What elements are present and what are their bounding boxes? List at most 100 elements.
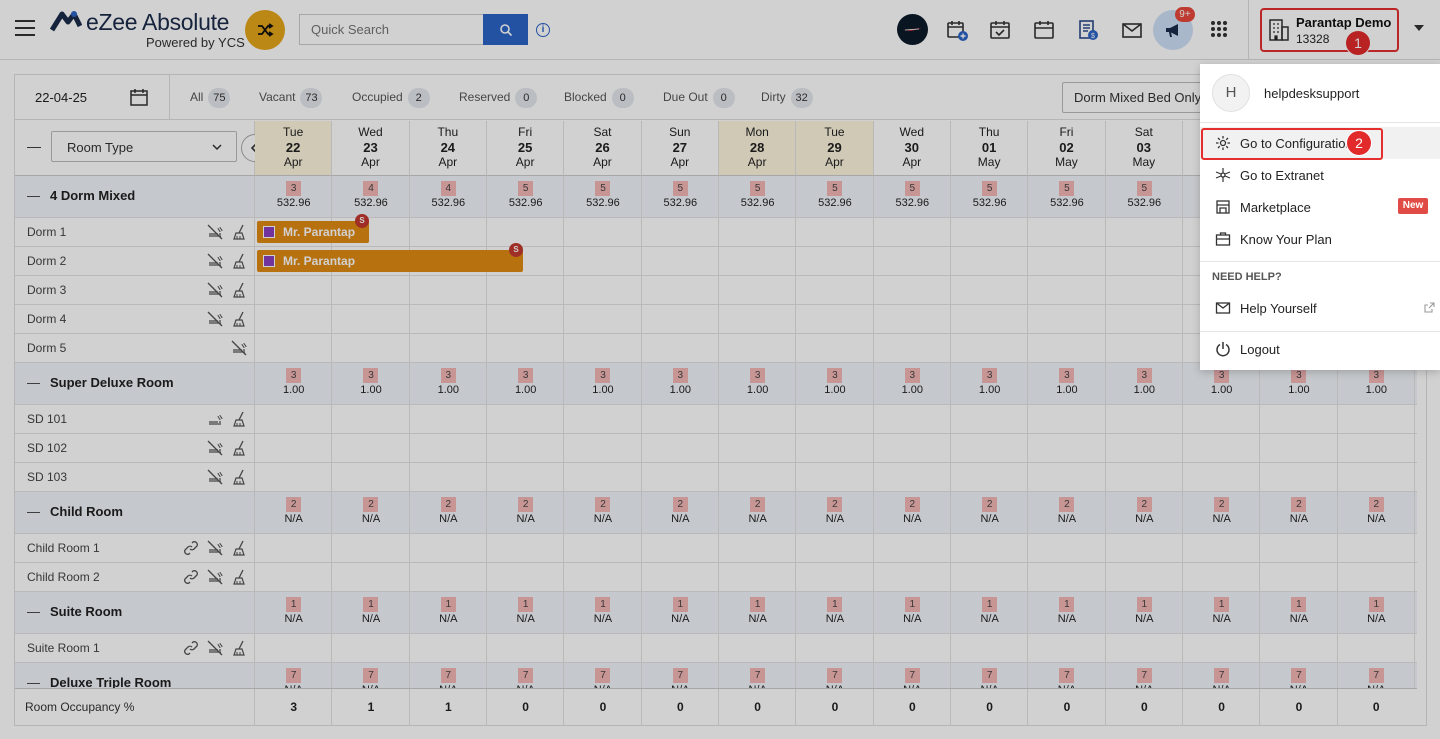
room-name[interactable]: Dorm 3 (27, 283, 66, 297)
availability-cell[interactable]: 2 N/A (796, 497, 873, 525)
availability-cell[interactable]: 2 N/A (487, 497, 564, 525)
availability-cell[interactable]: 2 N/A (1260, 497, 1337, 525)
availability-cell[interactable]: 1 N/A (487, 597, 564, 625)
availability-cell[interactable]: 1 N/A (410, 597, 487, 625)
date-header[interactable]: Thu 01 May (950, 121, 1029, 176)
availability-cell[interactable]: 1 N/A (951, 597, 1028, 625)
apps-grid-icon[interactable] (1211, 21, 1228, 38)
room-filter-select[interactable]: Dorm Mixed Bed Only (1062, 82, 1222, 113)
availability-cell[interactable]: 2 N/A (1183, 497, 1260, 525)
mail-icon[interactable] (1120, 18, 1144, 42)
availability-cell[interactable]: 4 532.96 (410, 181, 487, 209)
availability-cell[interactable]: 3 1.00 (874, 368, 951, 396)
calendar-check-icon[interactable] (988, 18, 1012, 42)
account-dropdown-caret-icon[interactable] (1414, 25, 1424, 31)
menu-item-know-your-plan[interactable]: Know Your Plan (1200, 223, 1440, 255)
availability-cell[interactable]: 3 1.00 (796, 368, 873, 396)
availability-cell[interactable]: 2 N/A (1106, 497, 1183, 525)
availability-cell[interactable]: 1 N/A (1260, 597, 1337, 625)
availability-cell[interactable]: 3 1.00 (719, 368, 796, 396)
availability-cell[interactable]: 4 532.96 (332, 181, 409, 209)
filter-all[interactable]: All 75 (190, 88, 231, 108)
room-name[interactable]: SD 103 (27, 470, 67, 484)
room-type-name[interactable]: 4 Dorm Mixed (27, 188, 135, 203)
availability-cell[interactable]: 1 N/A (564, 597, 641, 625)
availability-cell[interactable]: 2 N/A (332, 497, 409, 525)
availability-cell[interactable]: 3 1.00 (1106, 368, 1183, 396)
availability-cell[interactable]: 1 N/A (1106, 597, 1183, 625)
info-icon[interactable]: i (536, 23, 550, 37)
date-header[interactable]: Wed 30 Apr (873, 121, 951, 176)
availability-cell[interactable]: 5532.96 (642, 181, 719, 209)
availability-cell[interactable]: 3 1.00 (951, 368, 1028, 396)
availability-cell[interactable]: 3 1.00 (255, 368, 332, 396)
availability-cell[interactable]: 1 N/A (1338, 597, 1415, 625)
date-header[interactable]: Thu 24 Apr (409, 121, 487, 176)
hamburger-menu-icon[interactable] (15, 20, 35, 36)
date-header[interactable]: Sun 27 Apr (641, 121, 719, 176)
availability-cell[interactable]: 5532.96 (1028, 181, 1105, 209)
date-header[interactable]: Tue 29 Apr (796, 121, 874, 176)
availability-cell[interactable]: 2 N/A (410, 497, 487, 525)
availability-cell[interactable]: 1 N/A (1028, 597, 1105, 625)
room-type-name[interactable]: Suite Room (27, 604, 122, 619)
calendar-icon[interactable] (1032, 18, 1056, 42)
availability-cell[interactable]: 5532.96 (951, 181, 1028, 209)
date-picker-icon[interactable] (129, 87, 149, 107)
date-header[interactable]: Fri 02 May (1028, 121, 1106, 176)
menu-item-logout[interactable]: Logout (1200, 333, 1440, 365)
availability-cell[interactable]: 1 N/A (642, 597, 719, 625)
availability-cell[interactable]: 2 N/A (255, 497, 332, 525)
property-switch-button[interactable] (245, 10, 285, 50)
availability-cell[interactable]: 5532.96 (796, 181, 873, 209)
availability-cell[interactable]: 5532.96 (1106, 181, 1183, 209)
room-name[interactable]: Suite Room 1 (27, 641, 100, 655)
room-name[interactable]: Child Room 1 (27, 541, 100, 555)
filter-vacant[interactable]: Vacant 73 (259, 88, 323, 108)
booking-bar[interactable]: Mr. Parantap S (257, 243, 523, 272)
room-name[interactable]: Dorm 1 (27, 225, 66, 239)
room-name[interactable]: Dorm 2 (27, 254, 66, 268)
availability-cell[interactable]: 3 1.00 (642, 368, 719, 396)
filter-dirty[interactable]: Dirty 32 (761, 88, 813, 108)
account-switcher[interactable]: Parantap Demo 13328 (1260, 8, 1399, 52)
quick-search-input[interactable] (299, 14, 484, 45)
room-type-name[interactable]: Child Room (27, 504, 123, 519)
availability-cell[interactable]: 2 N/A (1028, 497, 1105, 525)
date-header[interactable]: Tue 22 Apr (255, 121, 333, 176)
date-header[interactable]: Mon 28 Apr (718, 121, 797, 176)
availability-cell[interactable]: 1 N/A (874, 597, 951, 625)
room-name[interactable]: SD 101 (27, 412, 67, 426)
filter-due-out[interactable]: Due Out 0 (663, 88, 735, 108)
collapse-all-icon[interactable]: — (27, 138, 41, 154)
availability-cell[interactable]: 5532.96 (719, 181, 796, 209)
availability-cell[interactable]: 2 N/A (874, 497, 951, 525)
availability-cell[interactable]: 2 N/A (719, 497, 796, 525)
availability-cell[interactable]: 1 N/A (719, 597, 796, 625)
booking-bar[interactable]: Mr. Parantap S (257, 214, 369, 243)
filter-reserved[interactable]: Reserved 0 (459, 88, 538, 108)
date-header[interactable]: Sat 03 May (1105, 121, 1183, 176)
availability-cell[interactable]: 3 532.96 (255, 181, 332, 209)
invoice-icon[interactable]: $ (1076, 18, 1100, 42)
room-name[interactable]: Child Room 2 (27, 570, 100, 584)
availability-cell[interactable]: 5532.96 (874, 181, 951, 209)
room-name[interactable]: Dorm 5 (27, 341, 66, 355)
menu-item-extranet[interactable]: Go to Extranet (1200, 159, 1440, 191)
date-header[interactable]: Fri 25 Apr (486, 121, 565, 176)
availability-cell[interactable]: 3 1.00 (332, 368, 409, 396)
availability-cell[interactable]: 3 1.00 (1260, 368, 1337, 396)
availability-cell[interactable]: 2 N/A (1338, 497, 1415, 525)
availability-cell[interactable]: 1 N/A (796, 597, 873, 625)
availability-cell[interactable]: 3 1.00 (1028, 368, 1105, 396)
calendar-add-icon[interactable] (945, 18, 969, 42)
availability-cell[interactable]: 3 1.00 (1338, 368, 1415, 396)
room-name[interactable]: SD 102 (27, 441, 67, 455)
menu-item-help-yourself[interactable]: Help Yourself (1200, 292, 1440, 324)
availability-cell[interactable]: 1 N/A (255, 597, 332, 625)
filter-occupied[interactable]: Occupied 2 (352, 88, 430, 108)
availability-cell[interactable]: 3 1.00 (564, 368, 641, 396)
date-header[interactable]: Wed 23 Apr (332, 121, 410, 176)
availability-cell[interactable]: 2 N/A (951, 497, 1028, 525)
availability-cell[interactable]: 5532.96 (564, 181, 641, 209)
